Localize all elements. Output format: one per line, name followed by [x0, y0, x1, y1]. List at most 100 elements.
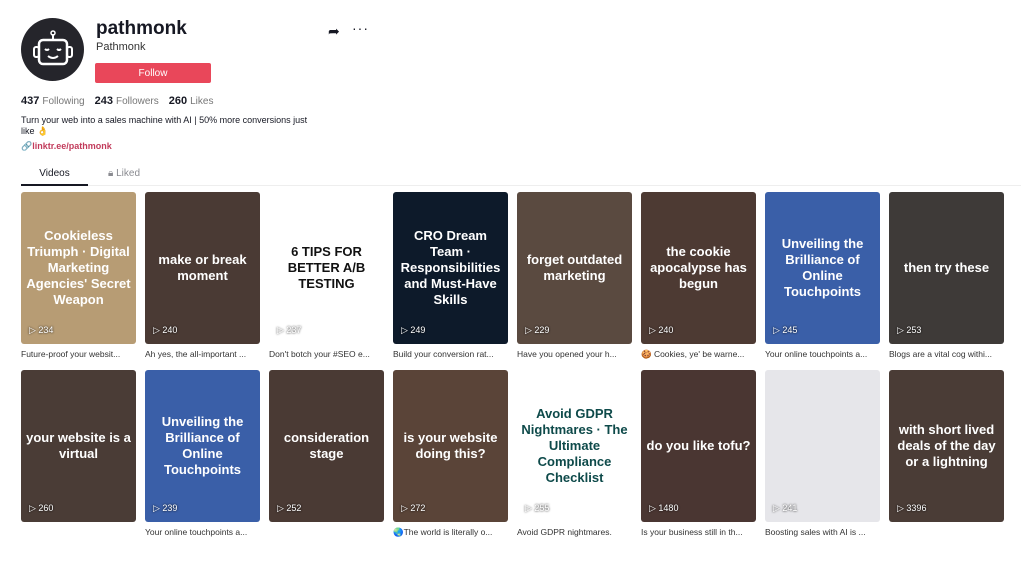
video-thumbnail[interactable]: make or break moment ▷ 240: [145, 192, 260, 344]
play-icon: ▷: [525, 325, 535, 335]
view-count: ▷ 272: [401, 503, 426, 513]
video-card[interactable]: with short lived deals of the day or a l…: [889, 370, 1004, 539]
play-icon: ▷: [277, 503, 287, 513]
video-caption[interactable]: Ah yes, the all-important ...: [145, 349, 260, 361]
share-arrow-icon[interactable]: ➦: [328, 23, 340, 40]
video-caption[interactable]: [269, 527, 384, 539]
video-thumbnail[interactable]: do you like tofu? ▷ 1480: [641, 370, 756, 522]
video-card[interactable]: then try these ▷ 253 Blogs are a vital cog…: [889, 192, 1004, 361]
video-caption[interactable]: [21, 527, 136, 539]
video-caption[interactable]: [889, 527, 1004, 539]
thumbnail-overlay-text: then try these: [903, 260, 990, 275]
video-card[interactable]: 6 TIPS FOR BETTER A/B TESTING ▷ 237 Don't …: [269, 192, 384, 361]
view-count: ▷ 252: [277, 503, 302, 513]
video-thumbnail[interactable]: forget outdated marketing ▷ 229: [517, 192, 632, 344]
view-count: ▷ 241: [773, 503, 798, 513]
view-count: ▷ 249: [401, 325, 426, 335]
video-thumbnail[interactable]: then try these ▷ 253: [889, 192, 1004, 344]
thumbnail-overlay-text: your website is a virtual: [26, 430, 131, 461]
video-thumbnail[interactable]: is your website doing this? ▷ 272: [393, 370, 508, 522]
play-icon: ▷: [401, 503, 411, 513]
video-caption[interactable]: Have you opened your h...: [517, 349, 632, 361]
view-count: ▷ 253: [897, 325, 922, 335]
video-caption[interactable]: Your online touchpoints a...: [765, 349, 880, 361]
view-count: ▷ 239: [153, 503, 178, 513]
video-card[interactable]: forget outdated marketing ▷ 229 Have you o…: [517, 192, 632, 361]
video-caption[interactable]: Blogs are a vital cog withi...: [889, 349, 1004, 361]
play-icon: ▷: [773, 325, 783, 335]
video-thumbnail[interactable]: 6 TIPS FOR BETTER A/B TESTING ▷ 237: [269, 192, 384, 344]
thumbnail-overlay-text: is your website doing this?: [403, 430, 498, 461]
view-count: ▷ 240: [649, 325, 674, 335]
video-thumbnail[interactable]: the cookie apocalypse has begun ▷ 240: [641, 192, 756, 344]
thumbnail-overlay-text: the cookie apocalypse has begun: [650, 244, 747, 291]
video-thumbnail[interactable]: Cookieless Triumph · Digital Marketing A…: [21, 192, 136, 344]
video-caption[interactable]: 🌏The world is literally o...: [393, 527, 508, 539]
more-dots-icon[interactable]: ···: [352, 20, 369, 36]
play-icon: ▷: [649, 503, 659, 513]
video-thumbnail[interactable]: Unveiling the Brilliance of Online Touch…: [145, 370, 260, 522]
video-caption[interactable]: Don't botch your #SEO e...: [269, 349, 384, 361]
video-thumbnail[interactable]: consideration stage ▷ 252: [269, 370, 384, 522]
video-caption[interactable]: Your online touchpoints a...: [145, 527, 260, 539]
play-icon: ▷: [29, 503, 39, 513]
thumbnail-overlay-text: Cookieless Triumph · Digital Marketing A…: [26, 228, 131, 307]
video-caption[interactable]: Future-proof your websit...: [21, 349, 136, 361]
thumbnail-overlay-text: do you like tofu?: [646, 438, 751, 453]
play-icon: ▷: [277, 325, 287, 335]
video-card[interactable]: your website is a virtual ▷ 260: [21, 370, 136, 539]
profile-tabs: Videos 🔒︎ Liked: [21, 168, 1021, 186]
video-card[interactable]: Cookieless Triumph · Digital Marketing A…: [21, 192, 136, 361]
thumbnail-overlay-text: CRO Dream Team · Responsibilities and Mu…: [400, 228, 501, 307]
view-count: ▷ 1480: [649, 503, 679, 513]
avatar[interactable]: [21, 18, 84, 81]
video-card[interactable]: do you like tofu? ▷ 1480 Is your business …: [641, 370, 756, 539]
thumbnail-overlay-text: Unveiling the Brilliance of Online Touch…: [161, 414, 244, 477]
video-card[interactable]: is your website doing this? ▷ 272 🌏The wor…: [393, 370, 508, 539]
video-card[interactable]: Avoid GDPR Nightmares · The Ultimate Com…: [517, 370, 632, 539]
video-caption[interactable]: Is your business still in th...: [641, 527, 756, 539]
video-caption[interactable]: Build your conversion rat...: [393, 349, 508, 361]
followers-stat[interactable]: 243 Followers: [95, 95, 159, 107]
video-card[interactable]: Unveiling the Brilliance of Online Touch…: [145, 370, 260, 539]
view-count: ▷ 255: [525, 503, 550, 513]
tab-liked[interactable]: 🔒︎ Liked: [108, 168, 140, 186]
view-count: ▷ 245: [773, 325, 798, 335]
thumbnail-overlay-text: forget outdated marketing: [526, 252, 623, 283]
thumbnail-overlay-text: consideration stage: [283, 430, 370, 461]
video-card[interactable]: the cookie apocalypse has begun ▷ 240 🍪 Co…: [641, 192, 756, 361]
video-thumbnail[interactable]: Avoid GDPR Nightmares · The Ultimate Com…: [517, 370, 632, 522]
video-caption[interactable]: Boosting sales with AI is ...: [765, 527, 880, 539]
thumbnail-overlay-text: Unveiling the Brilliance of Online Touch…: [781, 236, 864, 299]
likes-stat: 260 Likes: [168, 95, 214, 107]
video-card[interactable]: make or break moment ▷ 240 Ah yes, the all…: [145, 192, 260, 361]
video-card[interactable]: consideration stage ▷ 252: [269, 370, 384, 539]
play-icon: ▷: [401, 325, 411, 335]
video-thumbnail[interactable]: with short lived deals of the day or a l…: [889, 370, 1004, 522]
nickname: Pathmonk: [96, 41, 146, 53]
video-thumbnail[interactable]: your website is a virtual ▷ 260: [21, 370, 136, 522]
video-thumbnail[interactable]: CRO Dream Team · Responsibilities and Mu…: [393, 192, 508, 344]
profile-stats: 437 Following 243 Followers 260 Likes: [21, 95, 213, 107]
view-count: ▷ 234: [29, 325, 54, 335]
play-icon: ▷: [29, 325, 39, 335]
video-card[interactable]: CRO Dream Team · Responsibilities and Mu…: [393, 192, 508, 361]
video-thumbnail[interactable]: ▷ 241: [765, 370, 880, 522]
play-icon: ▷: [773, 503, 783, 513]
bio: Turn your web into a sales machine with …: [21, 115, 308, 136]
video-grid: Cookieless Triumph · Digital Marketing A…: [21, 192, 1004, 539]
video-thumbnail[interactable]: Unveiling the Brilliance of Online Touch…: [765, 192, 880, 344]
profile-link[interactable]: 🔗linktr.ee/pathmonk: [21, 141, 112, 152]
tab-videos[interactable]: Videos: [21, 168, 88, 186]
thumbnail-overlay-text: 6 TIPS FOR BETTER A/B TESTING: [287, 244, 366, 291]
view-count: ▷ 240: [153, 325, 178, 335]
play-icon: ▷: [153, 503, 163, 513]
video-card[interactable]: Unveiling the Brilliance of Online Touch…: [765, 192, 880, 361]
follow-button[interactable]: Follow: [95, 63, 211, 83]
following-stat[interactable]: 437 Following: [21, 95, 85, 107]
thumbnail-overlay-text: make or break moment: [158, 252, 247, 283]
video-caption[interactable]: 🍪 Cookies, ye' be warne...: [641, 349, 756, 361]
video-caption[interactable]: Avoid GDPR nightmares.: [517, 527, 632, 539]
play-icon: ▷: [153, 325, 163, 335]
video-card[interactable]: ▷ 241 Boosting sales with AI is ...: [765, 370, 880, 539]
